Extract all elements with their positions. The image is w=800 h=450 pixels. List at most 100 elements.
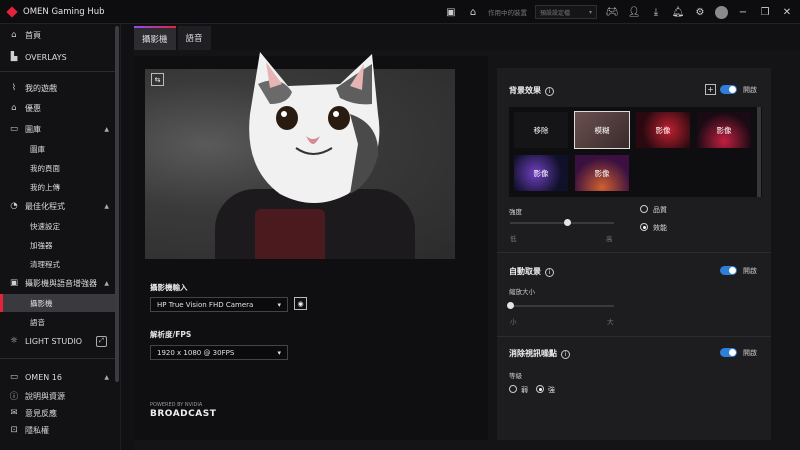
- sidebar-item-camera[interactable]: 攝影機: [0, 294, 115, 312]
- sidebar-item-omen16[interactable]: ▭ OMEN 16 ▲: [0, 368, 115, 386]
- info-icon[interactable]: i: [561, 350, 570, 359]
- zoom-label: 縮放大小: [509, 288, 535, 296]
- sidebar-item-my-uploads[interactable]: 我的上傳: [0, 178, 115, 196]
- effect-image[interactable]: 影像: [514, 155, 568, 191]
- zoom-slider[interactable]: [510, 305, 614, 307]
- strength-slider-thumb[interactable]: [563, 219, 571, 226]
- gallery-icon: ▭: [9, 124, 19, 134]
- sidebar-item-label: 圖庫: [25, 124, 41, 134]
- camera-input-value: HP True Vision FHD Camera: [157, 300, 254, 309]
- tab-camera[interactable]: 攝影機: [134, 26, 176, 50]
- background-effects-toggle[interactable]: [720, 85, 737, 94]
- zoom-slider-thumb[interactable]: [506, 302, 514, 309]
- info-icon[interactable]: i: [545, 268, 554, 277]
- strength-slider[interactable]: [510, 222, 614, 224]
- omen-logo-icon: [6, 5, 18, 18]
- sidebar-item-label: 圖庫: [30, 144, 45, 154]
- effect-blur[interactable]: 模糊: [574, 111, 630, 149]
- strong-radio[interactable]: [536, 385, 544, 393]
- gamepad-icon[interactable]: 🎮︎: [605, 5, 619, 19]
- sidebar-item-label: 優惠: [25, 103, 41, 113]
- user-icon[interactable]: 👤︎: [627, 5, 641, 19]
- sidebar-item-label: 首頁: [25, 30, 41, 40]
- weak-radio[interactable]: [509, 385, 517, 393]
- effect-image[interactable]: 影像: [575, 155, 629, 191]
- effect-image[interactable]: 影像: [697, 112, 751, 148]
- sidebar-item-camera-voice[interactable]: ▣ 攝影機與語音增強器 ▲: [0, 274, 115, 292]
- minimize-icon[interactable]: −: [736, 5, 750, 19]
- effects-scrollbar[interactable]: [757, 107, 761, 197]
- external-launch-icon[interactable]: ⤢: [96, 335, 107, 347]
- bell-icon[interactable]: 🔔︎: [671, 5, 685, 19]
- overlay-toolbar-icon[interactable]: ▣: [444, 5, 458, 19]
- effect-image[interactable]: 影像: [636, 112, 690, 148]
- sidebar-item-overlays[interactable]: ▙ OVERLAYS: [0, 48, 115, 66]
- laptop-icon: ▭: [9, 372, 19, 382]
- overlays-icon: ▙: [10, 52, 18, 62]
- strength-high-label: 高: [606, 235, 613, 243]
- help-icon: ⓘ: [9, 392, 19, 402]
- chevron-up-icon: ▲: [104, 125, 109, 133]
- quality-radio[interactable]: [640, 205, 648, 213]
- sidebar-item-label: 攝影機: [30, 298, 53, 308]
- sidebar-item-optimizer[interactable]: ◔ 最佳化程式 ▲: [0, 197, 115, 215]
- chevron-up-icon: ▲: [104, 202, 109, 210]
- sidebar-item-cleaner[interactable]: 清理程式: [0, 255, 115, 273]
- sidebar-item-feedback[interactable]: ✉ 意見反應: [0, 404, 115, 422]
- feedback-icon: ✉: [10, 408, 18, 418]
- resolution-label: 解析度/FPS: [150, 330, 192, 339]
- home-icon[interactable]: ⌂: [466, 5, 480, 19]
- chevron-down-icon: ▾: [277, 300, 281, 309]
- strong-label: 強: [548, 386, 555, 394]
- gear-icon[interactable]: ⚙: [693, 5, 707, 19]
- title-bar: OMEN Gaming Hub ▣ ⌂ 作用中的裝置 預設設定檔 ▾ 🎮︎ 👤︎…: [0, 0, 800, 24]
- camera-settings-icon[interactable]: ◉: [294, 297, 307, 310]
- nvidia-logo-small: POWERED BY NVIDIA: [150, 402, 203, 408]
- sidebar-item-gallery-sub[interactable]: 圖庫: [0, 140, 115, 158]
- sidebar-item-quick-settings[interactable]: 快速設定: [0, 217, 115, 235]
- sidebar-item-label: 說明與資源: [25, 391, 65, 401]
- sidebar-item-gallery[interactable]: ▭ 圖庫 ▲: [0, 120, 115, 138]
- sidebar-scrollbar[interactable]: [115, 26, 119, 382]
- divider: [0, 71, 115, 72]
- noise-removal-toggle[interactable]: [720, 348, 737, 357]
- avatar[interactable]: [715, 5, 728, 19]
- sidebar-item-light-studio[interactable]: ☼ LIGHT STUDIO ⤢: [0, 332, 115, 350]
- lock-icon: ⊡: [10, 425, 18, 435]
- auto-frame-toggle-label: 開啟: [743, 267, 757, 275]
- strength-low-label: 低: [510, 235, 517, 243]
- weak-label: 弱: [521, 386, 528, 394]
- background-effects-title: 背景效果 i: [509, 85, 554, 96]
- lightbulb-icon: ☼: [10, 336, 18, 346]
- sidebar-item-my-games[interactable]: ⌇ 我的遊戲: [0, 79, 115, 97]
- sidebar-item-label: 清理程式: [30, 259, 60, 269]
- home-icon: ⌂: [11, 30, 17, 40]
- sidebar-item-booster[interactable]: 加強器: [0, 236, 115, 254]
- chart-icon: ⌇: [11, 83, 17, 93]
- sidebar-item-label: 最佳化程式: [25, 201, 65, 211]
- resolution-select[interactable]: 1920 x 1080 @ 30FPS ▾: [150, 345, 288, 360]
- optimizer-icon: ◔: [10, 201, 18, 211]
- divider: [497, 252, 771, 253]
- sidebar-item-label: 攝影機與語音增強器: [25, 278, 97, 288]
- close-icon[interactable]: ✕: [780, 5, 794, 19]
- sidebar-item-deals[interactable]: ⌂ 優惠: [0, 99, 115, 117]
- profile-select[interactable]: 預設設定檔 ▾: [535, 5, 597, 19]
- camera-input-select[interactable]: HP True Vision FHD Camera ▾: [150, 297, 288, 312]
- add-image-button[interactable]: +: [705, 84, 716, 95]
- background-toggle-label: 開啟: [743, 86, 757, 94]
- restore-icon[interactable]: ❐: [758, 5, 772, 19]
- info-icon[interactable]: i: [545, 87, 554, 96]
- download-icon[interactable]: ⤓: [649, 5, 663, 19]
- sidebar-item-help[interactable]: ⓘ 說明與資源: [0, 387, 115, 405]
- effect-remove[interactable]: 移除: [514, 112, 568, 148]
- sidebar-item-home[interactable]: ⌂ 首頁: [0, 26, 115, 44]
- sidebar-item-label: 我的上傳: [30, 182, 60, 192]
- auto-frame-toggle[interactable]: [720, 266, 737, 275]
- sidebar-item-my-page[interactable]: 我的頁面: [0, 159, 115, 177]
- mirror-view-icon[interactable]: ⇆: [151, 73, 164, 86]
- sidebar-item-voice[interactable]: 語音: [0, 313, 115, 331]
- tab-voice[interactable]: 語音: [177, 26, 211, 50]
- performance-radio[interactable]: [640, 223, 648, 231]
- sidebar-item-privacy[interactable]: ⊡ 隱私權: [0, 421, 115, 439]
